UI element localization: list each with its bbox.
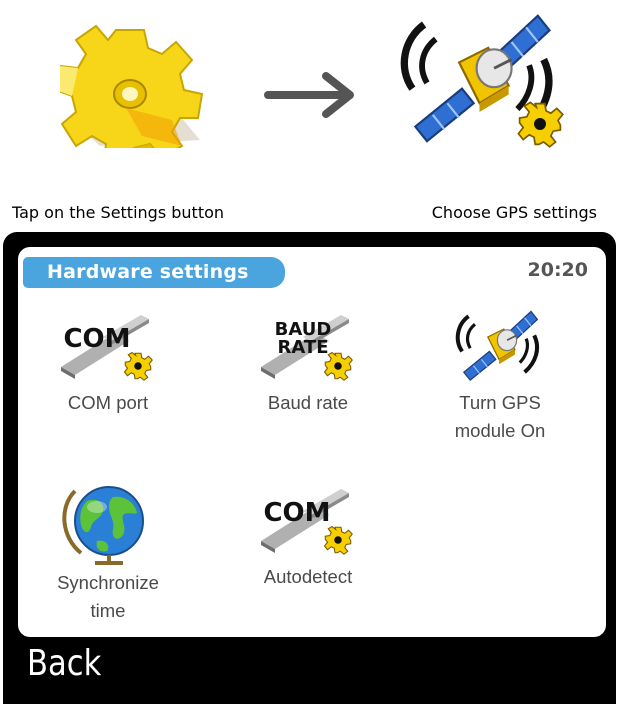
autodetect-icon: COM [261, 489, 353, 555]
back-button[interactable]: Back [27, 640, 101, 688]
step1-caption: Tap on the Settings button [12, 203, 225, 222]
arrow-right-icon [264, 72, 354, 118]
satellite-icon [392, 4, 564, 148]
settings-gear-icon [60, 24, 204, 148]
satellite-icon [445, 305, 555, 385]
synchronize-time-label: Synchronize time [57, 572, 159, 621]
turn-gps-on-button[interactable]: Turn GPS module On [410, 305, 590, 445]
com-port-icon: COM [61, 315, 153, 381]
step2-caption: Choose GPS settings [431, 203, 597, 222]
globe-icon [62, 486, 144, 565]
com-port-button[interactable]: COM COM port [18, 305, 198, 417]
clock: 20:20 [527, 259, 588, 281]
turn-gps-label: Turn GPS module On [454, 392, 546, 441]
screen-title: Hardware settings [23, 257, 285, 288]
autodetect-label: Autodetect [263, 566, 353, 587]
rate-icon-text: RATE [278, 337, 329, 358]
synchronize-time-button[interactable]: Synchronize time [18, 479, 198, 625]
com-port-label: COM port [67, 392, 149, 413]
baud-rate-label: Baud rate [267, 392, 349, 413]
hardware-settings-screen: Hardware settings 20:20 COM COM port BAU… [18, 247, 606, 637]
autodetect-icon-text: COM [263, 498, 330, 528]
baud-rate-icon: BAUD RATE [261, 315, 353, 381]
baud-rate-button[interactable]: BAUD RATE Baud rate [218, 305, 398, 417]
autodetect-button[interactable]: COM Autodetect [218, 479, 398, 591]
com-icon-text: COM [63, 324, 130, 354]
